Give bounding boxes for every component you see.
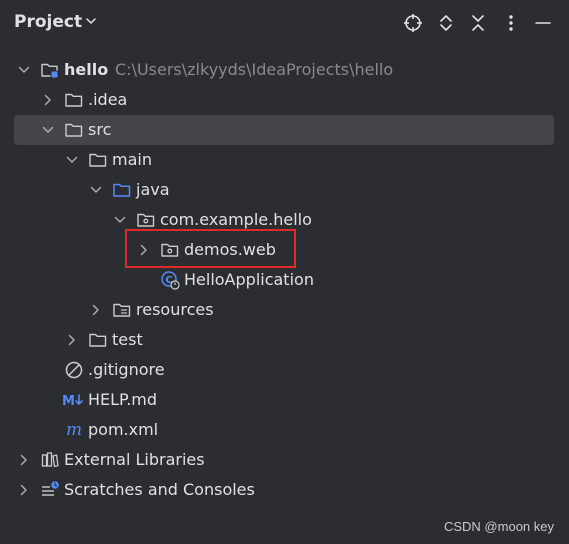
chevron-right-icon[interactable] [41,93,55,107]
folder-icon [88,330,108,350]
folder-icon [88,150,108,170]
spring-boot-class-icon: C [160,270,180,290]
tree-item-src[interactable]: src [0,115,569,145]
collapse-all-icon[interactable] [467,12,489,34]
tree-item-test[interactable]: test [0,325,569,355]
tree-item-label: com.example.hello [160,210,312,229]
highlight-annotation-box [125,229,296,268]
svg-text:m: m [66,420,82,440]
chevron-right-icon[interactable] [89,303,103,317]
expand-all-icon[interactable] [435,12,457,34]
panel-title[interactable]: Project [14,12,82,32]
project-path: C:\Users\zlkyyds\IdeaProjects\hello [115,60,394,79]
tree-item-label: HELP.md [88,390,158,409]
module-folder-icon [40,60,60,80]
source-folder-icon [112,180,132,200]
tree-item-label: External Libraries [64,450,205,469]
chevron-down-icon[interactable] [89,183,103,197]
tree-item-external-libraries[interactable]: External Libraries [0,445,569,475]
tree-item-java[interactable]: java [0,175,569,205]
tree-item-help-md[interactable]: M HELP.md [0,385,569,415]
more-options-icon[interactable] [500,12,522,34]
tree-item-label: main [112,150,152,169]
tree-item-main[interactable]: main [0,145,569,175]
project-panel-header: Project [0,0,569,46]
minimize-icon[interactable] [532,12,554,34]
package-icon [136,210,156,230]
tree-item-gitignore[interactable]: .gitignore [0,355,569,385]
library-icon [40,450,60,470]
markdown-icon: M [62,390,86,410]
chevron-down-icon[interactable] [113,213,127,227]
tree-item-hello-application[interactable]: C HelloApplication [0,265,569,295]
tree-item-pom-xml[interactable]: m pom.xml [0,415,569,445]
tree-item-label: java [136,180,170,199]
tree-item-label: pom.xml [88,420,159,439]
chevron-down-icon[interactable] [84,14,98,28]
maven-icon: m [64,420,84,440]
tree-item-scratches[interactable]: Scratches and Consoles [0,475,569,505]
tree-item-label: .idea [88,90,128,109]
watermark: CSDN @moon key [443,519,554,534]
folder-icon [64,90,84,110]
svg-text:M: M [62,394,75,409]
scratches-icon [40,480,60,500]
chevron-down-icon[interactable] [65,153,79,167]
tree-item-label: test [112,330,143,349]
tree-item-label: .gitignore [88,360,165,379]
tree-item-idea[interactable]: .idea [0,85,569,115]
tree-item-label: HelloApplication [184,270,314,289]
chevron-down-icon[interactable] [17,63,31,77]
chevron-right-icon[interactable] [17,483,31,497]
resources-folder-icon [112,300,132,320]
crosshair-icon[interactable] [402,12,424,34]
chevron-right-icon[interactable] [17,453,31,467]
folder-icon [64,120,84,140]
tree-item-label: src [88,120,112,139]
tree-item-resources[interactable]: resources [0,295,569,325]
tree-item-label: resources [136,300,214,319]
project-tree: hello C:\Users\zlkyyds\IdeaProjects\hell… [0,55,569,505]
tree-item-label: hello [64,60,109,79]
chevron-right-icon[interactable] [65,333,79,347]
chevron-down-icon[interactable] [41,123,55,137]
tree-item-label: Scratches and Consoles [64,480,255,499]
tree-item-hello[interactable]: hello C:\Users\zlkyyds\IdeaProjects\hell… [0,55,569,85]
ignore-file-icon [64,360,84,380]
